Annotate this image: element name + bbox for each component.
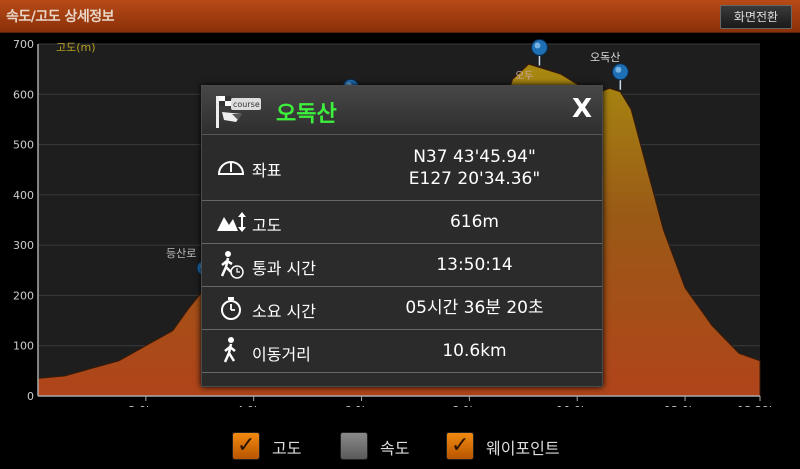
row-label: 소요 시간 bbox=[252, 302, 316, 321]
waypoint-label-odu: 오두 bbox=[515, 71, 533, 82]
page-title: 속도/고도 상세정보 bbox=[6, 9, 115, 25]
x-tick-label: 6.0km bbox=[344, 404, 379, 407]
pass-time-icon bbox=[220, 251, 244, 279]
stopwatch-icon bbox=[221, 297, 241, 320]
x-tick-label: 10.0km bbox=[556, 404, 598, 407]
y-tick-label: 300 bbox=[13, 239, 34, 252]
y-tick-label: 500 bbox=[13, 139, 34, 152]
speed-checkbox-label[interactable]: 속도 bbox=[380, 435, 409, 459]
pass-time-value: 13:50:14 bbox=[436, 255, 513, 275]
course-flag-icon: course bbox=[216, 96, 261, 128]
waypoint-checkbox-label[interactable]: 웨이포인트 bbox=[486, 435, 560, 459]
row-elapsed-time: 소요 시간 05시간 36분 20초 bbox=[202, 287, 602, 330]
series-label: 고도(m) bbox=[56, 41, 96, 54]
chart-toggle-bar: ✓ 고도 속도 ✓ 웨이포인트 bbox=[0, 424, 800, 469]
row-label: 좌표 bbox=[252, 161, 282, 180]
row-pass-time: 통과 시간 13:50:14 bbox=[202, 244, 602, 287]
altitude-checkbox[interactable]: ✓ bbox=[232, 432, 260, 460]
y-tick-label: 400 bbox=[13, 189, 34, 202]
altitude-icon bbox=[217, 212, 246, 232]
row-label: 고도 bbox=[252, 216, 282, 235]
y-tick-label: 200 bbox=[13, 289, 34, 302]
y-tick-label: 600 bbox=[13, 88, 34, 101]
waypoint-checkbox[interactable]: ✓ bbox=[446, 432, 474, 460]
longitude-value: E127 20'34.36" bbox=[408, 169, 541, 189]
course-badge-text: course bbox=[233, 100, 260, 109]
y-tick-label: 100 bbox=[13, 340, 34, 353]
speed-checkbox[interactable] bbox=[340, 432, 368, 460]
row-label: 통과 시간 bbox=[252, 259, 316, 278]
title-bar: 속도/고도 상세정보 화면전환 bbox=[0, 0, 800, 33]
row-altitude: 고도 616m bbox=[202, 201, 602, 244]
x-tick-label: 12.0km bbox=[664, 404, 706, 407]
screen-switch-button[interactable]: 화면전환 bbox=[720, 5, 792, 29]
waypoint-label-peak: 오독산 bbox=[590, 51, 620, 64]
x-tick-label: 8.0km bbox=[452, 404, 487, 407]
waypoint-detail-dialog: course 오독산 X 좌표 N37 43'45.94" E127 20'34… bbox=[201, 85, 603, 387]
row-distance: 이동거리 10.6km bbox=[202, 330, 602, 373]
y-tick-label: 700 bbox=[13, 38, 34, 51]
y-tick-label: 0 bbox=[27, 390, 34, 403]
latitude-value: N37 43'45.94" bbox=[413, 147, 536, 167]
altitude-value: 616m bbox=[449, 212, 499, 232]
close-button[interactable]: X bbox=[572, 94, 592, 124]
x-tick-label: 13.39km bbox=[737, 404, 786, 407]
coordinate-icon bbox=[217, 161, 245, 175]
check-icon: ✓ bbox=[451, 433, 470, 458]
check-icon: ✓ bbox=[237, 433, 256, 458]
altitude-checkbox-label[interactable]: 고도 bbox=[272, 435, 301, 459]
x-tick-label: 2.0km bbox=[129, 404, 164, 407]
row-coordinate: 좌표 N37 43'45.94" E127 20'34.36" bbox=[202, 135, 602, 201]
x-tick-label: 4.0km bbox=[236, 404, 271, 407]
elapsed-time-value: 05시간 36분 20초 bbox=[405, 298, 544, 318]
distance-value: 10.6km bbox=[442, 341, 507, 361]
walking-icon bbox=[223, 337, 236, 363]
dialog-header: course 오독산 X bbox=[202, 86, 602, 135]
row-label: 이동거리 bbox=[252, 345, 311, 364]
waypoint-label-trail: 등산로 bbox=[166, 247, 196, 260]
dialog-title: 오독산 bbox=[276, 102, 337, 127]
